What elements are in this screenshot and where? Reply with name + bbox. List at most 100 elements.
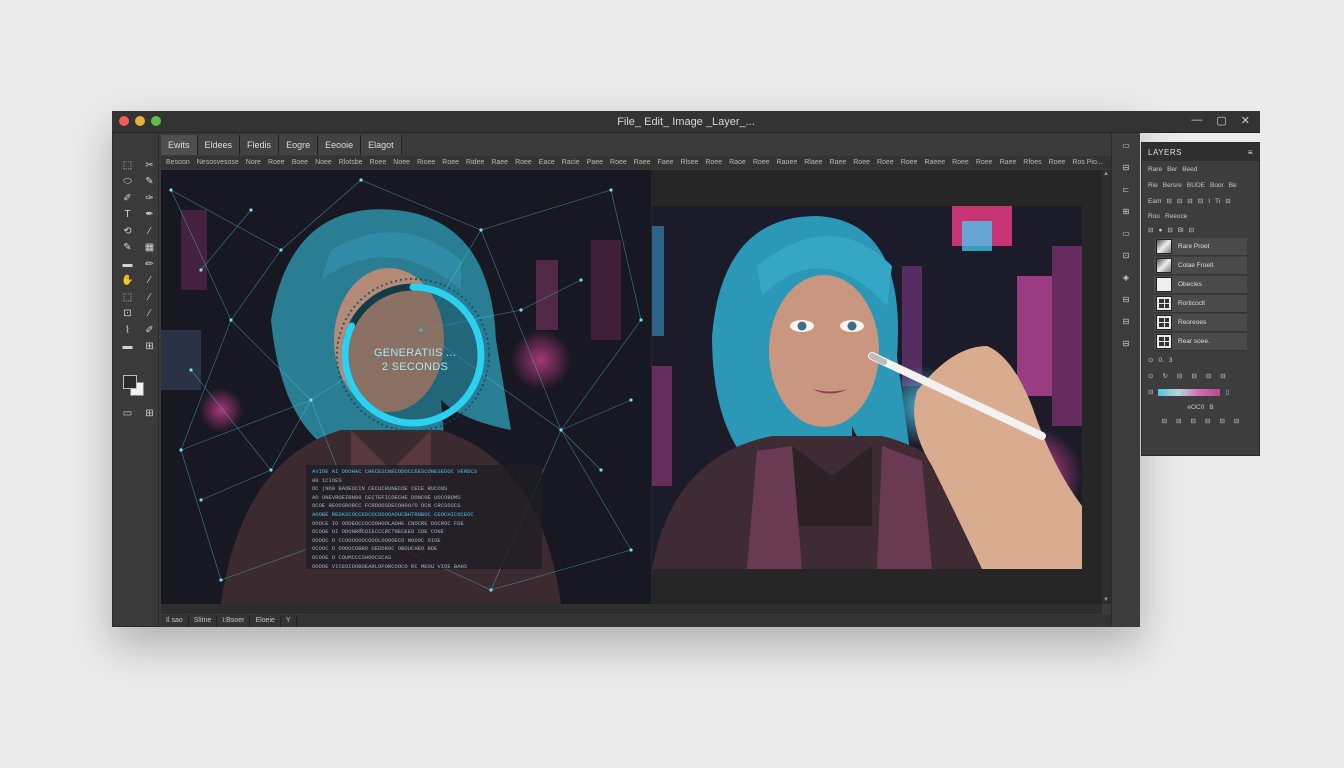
option-item[interactable]: Rlotsbe — [339, 159, 363, 166]
screen-mode-icon[interactable]: ▭ — [119, 407, 136, 419]
scroll-down-icon[interactable]: ▼ — [1103, 597, 1109, 603]
tool-icon[interactable]: ✋ — [119, 275, 136, 287]
zoom-dot[interactable] — [151, 116, 161, 126]
option-item[interactable]: Rioee — [417, 159, 435, 166]
tool-icon[interactable]: ⁄ — [141, 275, 158, 287]
option-item[interactable]: Raee — [1000, 159, 1017, 166]
document-tab[interactable]: Elagot — [361, 135, 402, 155]
tool-icon[interactable]: ⊡ — [119, 308, 136, 320]
option-item[interactable]: Raee — [634, 159, 651, 166]
layer-effect-icon[interactable]: ⊟ — [1220, 372, 1225, 380]
option-item[interactable]: Racie — [562, 159, 580, 166]
tool-icon[interactable]: ⁄ — [141, 308, 158, 320]
tool-icon[interactable]: ⬚ — [119, 159, 136, 171]
option-item[interactable]: Roee — [853, 159, 870, 166]
layer-effect-icon[interactable]: ⊟ — [1206, 372, 1211, 380]
status-item[interactable]: Y — [281, 615, 297, 627]
tool-icon[interactable]: ▬ — [119, 258, 136, 270]
panel-toggle-icon[interactable]: ⊡ — [1118, 251, 1134, 260]
layers-action-icon[interactable]: ⊟ — [1191, 417, 1196, 425]
layers-control[interactable]: Rare — [1148, 166, 1162, 173]
document-tab[interactable]: Fledis — [240, 135, 280, 155]
quick-mask-icon[interactable]: ⊞ — [141, 407, 158, 419]
panel-toggle-icon[interactable]: ▭ — [1118, 141, 1134, 150]
layers-control[interactable]: Boor — [1210, 182, 1224, 189]
result-image[interactable] — [652, 206, 1082, 569]
layers-control[interactable]: Beed — [1182, 166, 1197, 173]
tool-icon[interactable]: ✐ — [141, 324, 158, 336]
option-item[interactable]: Rlsee — [680, 159, 698, 166]
close-dot[interactable] — [119, 116, 129, 126]
close-icon[interactable]: ✕ — [1241, 114, 1250, 127]
layer-effect-icon[interactable]: ↻ — [1162, 372, 1167, 380]
scroll-up-icon[interactable]: ▲ — [1103, 171, 1109, 177]
layers-control[interactable]: ⊟ — [1177, 197, 1182, 205]
option-item[interactable]: Roee — [442, 159, 459, 166]
option-item[interactable]: Roee — [705, 159, 722, 166]
horizontal-scrollbar[interactable] — [161, 604, 1102, 614]
option-item[interactable]: Nesosvesose — [197, 159, 239, 166]
option-item[interactable]: Rlaee — [804, 159, 822, 166]
status-item[interactable]: Slitne — [189, 615, 218, 627]
layers-control[interactable]: Roo — [1148, 213, 1160, 220]
option-item[interactable]: Boee — [292, 159, 308, 166]
layers-action-icon[interactable]: ⊟ — [1234, 417, 1239, 425]
tool-icon[interactable]: ✑ — [141, 192, 158, 204]
panel-toggle-icon[interactable]: ⊟ — [1118, 295, 1134, 304]
option-item[interactable]: Rfoes — [1023, 159, 1041, 166]
document-tab[interactable]: Eeooie — [318, 135, 362, 155]
tool-icon[interactable]: ⊞ — [141, 341, 158, 353]
layer-effect-icon[interactable]: ⊟ — [1177, 372, 1182, 380]
tool-icon[interactable]: ✂ — [141, 159, 158, 171]
option-item[interactable]: Roee — [901, 159, 918, 166]
panel-toggle-icon[interactable]: ◈ — [1118, 273, 1134, 282]
layers-control[interactable]: Bersre — [1163, 182, 1182, 189]
layers-action-icon[interactable]: ⊟ — [1176, 417, 1181, 425]
tool-icon[interactable]: ▬ — [119, 341, 136, 353]
layer-row[interactable]: Rear soee. — [1154, 333, 1247, 351]
layers-control[interactable]: Ber — [1167, 166, 1177, 173]
option-item[interactable]: Paee — [587, 159, 603, 166]
tool-icon[interactable]: ⬚ — [119, 291, 136, 303]
tool-icon[interactable]: ✎ — [141, 176, 158, 188]
status-item[interactable]: Eloeie — [250, 615, 281, 627]
document-tab[interactable]: Ewits — [161, 135, 198, 155]
gradient-icon[interactable]: ⊟ — [1148, 388, 1153, 396]
option-item[interactable]: Roee — [610, 159, 627, 166]
tool-icon[interactable]: T — [119, 209, 136, 221]
option-item[interactable]: Roee — [268, 159, 285, 166]
option-item[interactable]: Faee — [658, 159, 674, 166]
panel-toggle-icon[interactable]: ⊞ — [1118, 207, 1134, 216]
gradient-preview[interactable] — [1158, 388, 1221, 396]
tool-icon[interactable]: ⌇ — [119, 324, 136, 336]
vertical-scrollbar[interactable]: ▲ ▼ — [1102, 170, 1111, 604]
option-item[interactable]: Raee — [491, 159, 508, 166]
layers-control[interactable]: Reeoce — [1165, 213, 1187, 220]
option-item[interactable]: Roee — [976, 159, 993, 166]
visibility-icon[interactable]: ⊙ — [1148, 356, 1153, 364]
layers-control[interactable]: Rie — [1148, 182, 1158, 189]
panel-menu-icon[interactable]: ≡ — [1248, 148, 1253, 157]
layers-action-icon[interactable]: ⊟ — [1162, 417, 1167, 425]
option-item[interactable]: Roee — [515, 159, 532, 166]
layers-control[interactable]: ⊟ — [1166, 197, 1171, 205]
layer-row[interactable]: Colae Froelt — [1154, 257, 1247, 275]
option-item[interactable]: Roee — [753, 159, 770, 166]
layer-row[interactable]: Rare Proet — [1154, 238, 1247, 256]
layers-action-icon[interactable]: ⊟ — [1219, 417, 1224, 425]
option-item[interactable]: Ros Pio... — [1072, 159, 1102, 166]
option-item[interactable]: Roee — [1049, 159, 1066, 166]
opacity-value[interactable]: 3 — [1169, 357, 1173, 364]
layers-control[interactable]: Ti — [1215, 198, 1220, 205]
minimize-dot[interactable] — [135, 116, 145, 126]
layer-effect-icon[interactable]: ⊙ — [1148, 372, 1153, 380]
panel-toggle-icon[interactable]: ⊟ — [1118, 317, 1134, 326]
layers-control[interactable]: ⊟ — [1148, 226, 1153, 234]
tool-icon[interactable]: ✒ — [141, 209, 158, 221]
layers-action-icon[interactable]: ⊟ — [1205, 417, 1210, 425]
minimize-icon[interactable]: — — [1191, 114, 1202, 127]
option-item[interactable]: Roee — [877, 159, 894, 166]
status-item[interactable]: Il sao — [161, 615, 189, 627]
tool-icon[interactable]: ⬭ — [119, 176, 136, 188]
tool-icon[interactable]: ⁄ — [141, 225, 158, 237]
